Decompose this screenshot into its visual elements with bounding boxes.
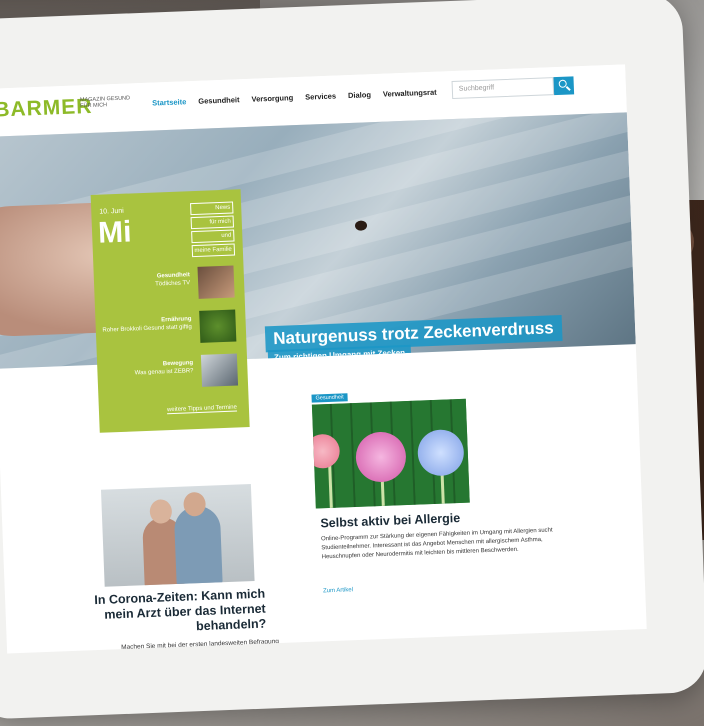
article-teaser: Machen Sie mit bei der ersten landesweit… [121, 638, 280, 652]
nav-item-startseite[interactable]: Startseite [152, 97, 187, 107]
panel-item-text: Tödliches TV [155, 280, 191, 288]
tag-line: meine Familie [191, 243, 236, 258]
read-more-link[interactable]: Zum Artikel [323, 587, 353, 594]
article-image-couple[interactable] [100, 484, 255, 587]
article-title[interactable]: In Corona-Zeiten: Kann mich mein Arzt üb… [75, 587, 267, 639]
panel-item-thumbnail [199, 309, 237, 343]
nav-item-verwaltungsrat[interactable]: Verwaltungsrat [383, 88, 437, 99]
tag-line: und [190, 229, 235, 244]
panel-item-thumbnail [200, 353, 239, 387]
news-panel: 10. Juni Mi News für mich und meine Fami… [90, 189, 250, 433]
panel-tag: News für mich und meine Familie [189, 201, 236, 260]
tablet-screen: BARMER MAGAZIN GESUND FÜR MICH Startseit… [0, 64, 647, 654]
panel-item-text: Roher Brokkoli Gesund statt giftig [102, 324, 192, 334]
category-badge: Gesundheit [311, 393, 348, 403]
tag-line: News [189, 201, 234, 216]
panel-item-thumbnail [197, 265, 235, 299]
panel-item-text: Was genau ist ZEBR? [134, 368, 194, 377]
nav-item-services[interactable]: Services [305, 91, 336, 101]
panel-item[interactable]: Ernährung Roher Brokkoli Gesund statt gif… [99, 309, 237, 349]
article-title[interactable]: Selbst aktiv bei Allergie [320, 511, 460, 530]
nav-item-gesundheit[interactable]: Gesundheit [198, 95, 240, 106]
nav-item-versorgung[interactable]: Versorgung [251, 93, 293, 104]
logo-subtitle: MAGAZIN GESUND FÜR MICH [79, 95, 131, 110]
search-button[interactable] [553, 76, 575, 96]
nav-item-dialog[interactable]: Dialog [348, 90, 371, 100]
panel-date: 10. Juni [99, 207, 124, 216]
panel-more-link[interactable]: weitere Tipps und Termine [166, 404, 238, 415]
main-nav: Startseite Gesundheit Versorgung Service… [152, 88, 437, 108]
tablet-device: BARMER MAGAZIN GESUND FÜR MICH Startseit… [0, 0, 704, 720]
tag-line: für mich [190, 215, 234, 230]
search-input[interactable]: Suchbegriff [451, 77, 555, 100]
article-image-flowers[interactable] [311, 398, 470, 509]
panel-day: Mi [97, 215, 133, 250]
hero-headline[interactable]: Naturgenuss trotz Zeckenverdruss [264, 314, 563, 353]
panel-item[interactable]: Gesundheit Tödliches TV [98, 265, 235, 305]
article-teaser: Online-Programm zur Stärkung der eigenen… [320, 527, 553, 561]
panel-item[interactable]: Bewegung Was genau ist ZEBR? [101, 353, 239, 392]
